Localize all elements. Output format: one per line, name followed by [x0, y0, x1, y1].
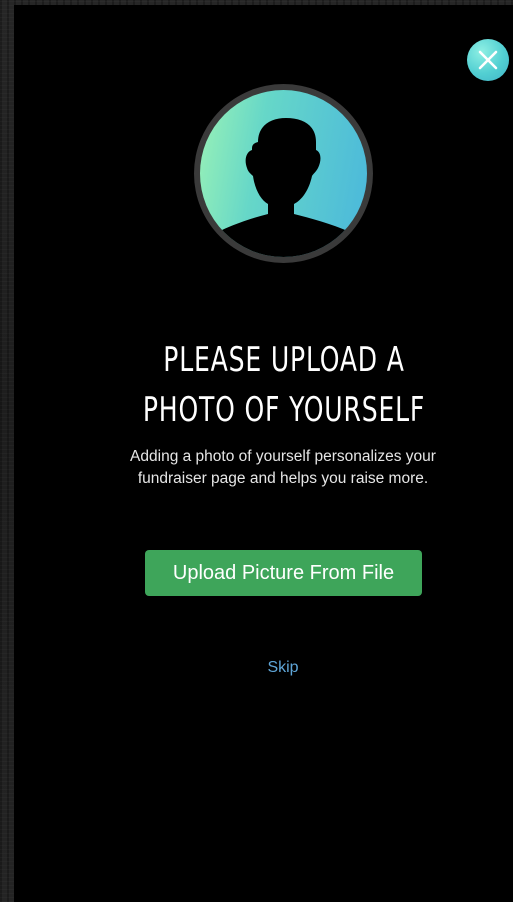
skip-link[interactable]: Skip: [254, 657, 312, 679]
page-title: PLEASE UPLOAD A PHOTO OF YOURSELF: [142, 340, 426, 430]
description-text: Adding a photo of yourself personalizes …: [130, 448, 436, 487]
close-button[interactable]: [467, 39, 509, 81]
person-silhouette-icon: [200, 118, 367, 257]
upload-picture-button[interactable]: Upload Picture From File: [145, 550, 422, 596]
avatar-circle: [200, 90, 367, 257]
avatar-placeholder: [194, 84, 373, 263]
close-icon: [478, 50, 498, 70]
upload-photo-modal: PLEASE UPLOAD A PHOTO OF YOURSELF Adding…: [14, 5, 513, 902]
